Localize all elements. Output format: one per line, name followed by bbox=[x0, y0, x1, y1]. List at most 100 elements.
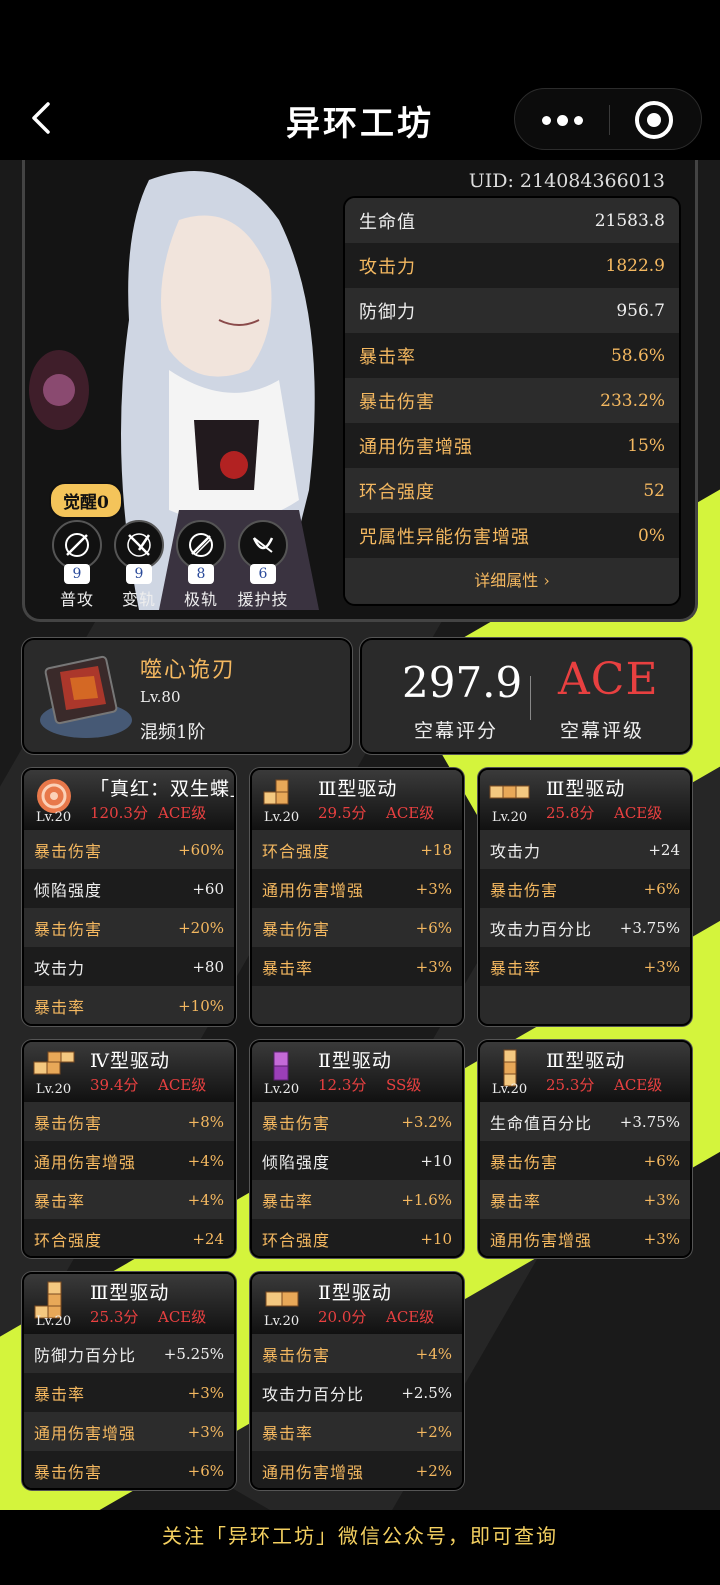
weapon-name: 噬心诡刃 bbox=[140, 658, 237, 683]
more-options-button[interactable] bbox=[515, 89, 609, 151]
disc-card[interactable]: Lv.20 Ⅲ型驱动 25.8分 ACE级 攻击力 +24 暴击伤害 +6% 攻击力… bbox=[478, 768, 692, 1026]
disc-card[interactable]: Lv.20 Ⅱ型驱动 12.3分 SS级 暴击伤害 +3.2% 倾陷强度 +10 暴… bbox=[250, 1040, 464, 1258]
stat-value: 15% bbox=[627, 435, 665, 456]
disc-level: Lv.20 bbox=[264, 1314, 300, 1329]
weapon-level: Lv.80 bbox=[140, 688, 181, 706]
disc-score: 25.8分 bbox=[546, 804, 595, 822]
disc-stat-label: 生命值百分比 bbox=[490, 1113, 593, 1133]
disc-score: 25.3分 bbox=[90, 1308, 139, 1326]
disc-grade: ACE级 bbox=[386, 1308, 435, 1326]
disc-stat-row: 暴击率 +10% bbox=[24, 986, 234, 1024]
disc-card[interactable]: Lv.20 Ⅳ型驱动 39.4分 ACE级 暴击伤害 +8% 通用伤害增强 +4% … bbox=[22, 1040, 236, 1258]
top-bar: 异环工坊 bbox=[0, 0, 720, 160]
skill-item[interactable]: 6 援护技 bbox=[235, 520, 291, 610]
disc-stat-value: +4% bbox=[415, 1344, 452, 1363]
disc-stat-label: 暴击率 bbox=[262, 1191, 314, 1211]
stat-value: 21583.8 bbox=[594, 210, 665, 231]
detailed-stats-link[interactable]: 详细属性 › bbox=[345, 558, 679, 603]
disc-card[interactable]: Lv.20 Ⅲ型驱动 25.3分 ACE级 防御力百分比 +5.25% 暴击率 +3… bbox=[22, 1272, 236, 1490]
skill-name: 极轨 bbox=[183, 590, 218, 609]
disc-grade: ACE级 bbox=[386, 804, 435, 822]
disc-stat-value: +24 bbox=[192, 1229, 224, 1248]
close-mini-program-icon[interactable] bbox=[635, 101, 673, 139]
disc-stat-label: 倾陷强度 bbox=[262, 1152, 331, 1172]
disc-name: Ⅲ型驱动 bbox=[90, 1282, 170, 1304]
disc-stat-row: 暴击伤害 +4% bbox=[252, 1334, 462, 1373]
stat-row: 咒属性异能伤害增强 0% bbox=[345, 513, 679, 558]
stat-label: 攻击力 bbox=[359, 256, 416, 278]
disc-card[interactable]: Lv.20 Ⅲ型驱动 29.5分 ACE级 环合强度 +18 通用伤害增强 +3% … bbox=[250, 768, 464, 1026]
disc-card[interactable]: Lv.20 「真红：双生蝶」 120.3分 ACE级 暴击伤害 +60% 倾陷强度… bbox=[22, 768, 236, 1026]
skill-level: 6 bbox=[250, 564, 276, 584]
disc-stat-label: 暴击率 bbox=[34, 1384, 86, 1404]
skill-item[interactable]: 9 变轨 bbox=[111, 520, 167, 610]
disc-header: Lv.20 Ⅲ型驱动 25.3分 ACE级 bbox=[480, 1042, 690, 1102]
disc-header: Lv.20 Ⅲ型驱动 25.3分 ACE级 bbox=[24, 1274, 234, 1334]
disc-stat-value: +3.2% bbox=[401, 1112, 452, 1131]
disc-stat-value: +2% bbox=[415, 1461, 452, 1480]
score-value: 297.9 bbox=[402, 658, 523, 707]
stats-table: 生命值 21583.8 攻击力 1822.9 防御力 956.7 暴击率 58.6% 暴… bbox=[343, 196, 681, 606]
disc-stat-row: 防御力百分比 +5.25% bbox=[24, 1334, 234, 1373]
stat-label: 暴击率 bbox=[359, 346, 416, 368]
disc-stat-row: 通用伤害增强 +3% bbox=[480, 1219, 690, 1256]
disc-stat-row: 暴击伤害 +3.2% bbox=[252, 1102, 462, 1141]
disc-stat-row: 通用伤害增强 +3% bbox=[24, 1412, 234, 1451]
disc-stat-row: 通用伤害增强 +2% bbox=[252, 1451, 462, 1488]
disc-level: Lv.20 bbox=[36, 810, 72, 825]
disc-grade: ACE级 bbox=[158, 1308, 207, 1326]
disc-stat-value: +24 bbox=[648, 840, 680, 859]
disc-stat-row: 暴击率 +3% bbox=[480, 1180, 690, 1219]
disc-stat-row: 环合强度 +24 bbox=[24, 1219, 234, 1256]
disc-score: 39.4分 bbox=[90, 1076, 139, 1094]
disc-stat-value: +6% bbox=[187, 1461, 224, 1480]
disc-stat-label: 暴击率 bbox=[490, 958, 542, 978]
disc-grade: ACE级 bbox=[614, 1076, 663, 1094]
disc-stat-label: 暴击伤害 bbox=[490, 880, 559, 900]
disc-card[interactable]: Lv.20 Ⅱ型驱动 20.0分 ACE级 暴击伤害 +4% 攻击力百分比 +2.5… bbox=[250, 1272, 464, 1490]
skill-level: 9 bbox=[126, 564, 152, 584]
mini-program-capsule bbox=[514, 88, 702, 150]
skill-item[interactable]: 8 极轨 bbox=[173, 520, 229, 610]
disc-stat-row: 暴击伤害 +6% bbox=[252, 908, 462, 947]
disc-header: Lv.20 Ⅲ型驱动 29.5分 ACE级 bbox=[252, 770, 462, 830]
disc-stat-label: 环合强度 bbox=[34, 1230, 103, 1250]
disc-stat-row: 通用伤害增强 +3% bbox=[252, 869, 462, 908]
disc-name: 「真红：双生蝶」 bbox=[90, 778, 236, 800]
disc-stat-value: +10% bbox=[178, 996, 224, 1015]
score-label: 空幕评分 bbox=[414, 720, 499, 742]
disc-stat-label: 通用伤害增强 bbox=[262, 880, 365, 900]
disc-stat-row: 生命值百分比 +3.75% bbox=[480, 1102, 690, 1141]
disc-stat-label: 暴击伤害 bbox=[490, 1152, 559, 1172]
stat-value: 1822.9 bbox=[605, 255, 665, 276]
disc-stat-label: 暴击伤害 bbox=[34, 919, 103, 939]
skill-list: 9 普攻 9 变轨 8 极轨 6 援护技 bbox=[49, 520, 299, 610]
disc-card[interactable]: Lv.20 Ⅲ型驱动 25.3分 ACE级 生命值百分比 +3.75% 暴击伤害 +… bbox=[478, 1040, 692, 1258]
disc-stat-label: 通用伤害增强 bbox=[34, 1423, 137, 1443]
disc-stat-row: 攻击力百分比 +2.5% bbox=[252, 1373, 462, 1412]
disc-stat-value: +3.75% bbox=[619, 1112, 680, 1131]
disc-level: Lv.20 bbox=[36, 1082, 72, 1097]
disc-stat-row: 暴击伤害 +6% bbox=[480, 869, 690, 908]
user-uid: UID: 214084366013 bbox=[468, 170, 665, 192]
disc-grade: ACE级 bbox=[158, 1076, 207, 1094]
disc-stat-value: +3% bbox=[643, 1229, 680, 1248]
disc-stat-label: 暴击率 bbox=[490, 1191, 542, 1211]
disc-name: Ⅲ型驱动 bbox=[318, 778, 398, 800]
disc-stat-label: 通用伤害增强 bbox=[262, 1462, 365, 1482]
disc-stat-value: +3.75% bbox=[619, 918, 680, 937]
stat-row: 环合强度 52 bbox=[345, 468, 679, 513]
disc-name: Ⅱ型驱动 bbox=[318, 1282, 392, 1304]
skill-level: 8 bbox=[188, 564, 214, 584]
skill-name: 变轨 bbox=[121, 590, 156, 609]
disc-stat-label: 暴击伤害 bbox=[262, 1345, 331, 1365]
score-divider bbox=[530, 676, 531, 720]
skill-item[interactable]: 9 普攻 bbox=[49, 520, 105, 610]
disc-stat-row: 暴击伤害 +6% bbox=[24, 1451, 234, 1488]
stat-value: 233.2% bbox=[600, 390, 665, 411]
disc-stat-row: 暴击率 +3% bbox=[252, 947, 462, 986]
weapon-card[interactable]: 噬心诡刃 Lv.80 混频1阶 bbox=[22, 638, 352, 754]
disc-level: Lv.20 bbox=[492, 1082, 528, 1097]
disc-stat-label: 暴击伤害 bbox=[262, 1113, 331, 1133]
disc-grade: ACE级 bbox=[614, 804, 663, 822]
